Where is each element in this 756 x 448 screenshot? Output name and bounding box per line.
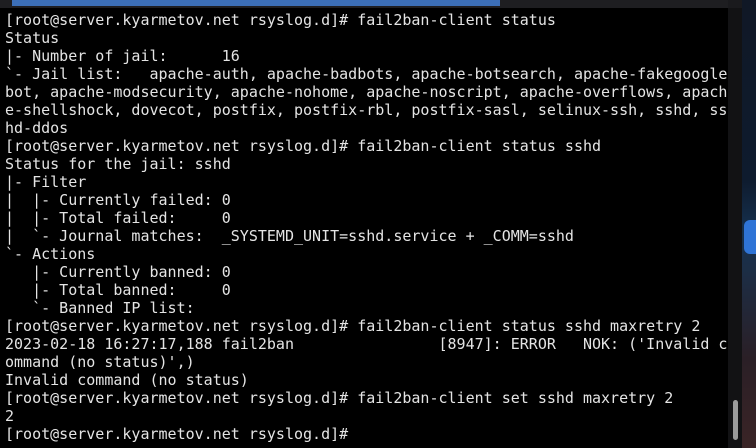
terminal-line: | `- Journal matches: _SYSTEMD_UNIT=sshd… [5,227,574,245]
terminal-line: [root@server.kyarmetov.net rsyslog.d]# f… [5,389,674,407]
scrollbar-thumb[interactable] [733,400,738,440]
terminal-line: `- Jail list: apache-auth, apache-badbot… [5,65,728,83]
terminal-line: ommand (no status)',) [5,353,195,371]
terminal-pane[interactable]: [root@server.kyarmetov.net rsyslog.d]# f… [0,8,728,448]
vertical-scrollbar[interactable] [728,8,742,448]
terminal-line: | |- Total failed: 0 [5,209,231,227]
wallpaper-graphic [744,220,756,254]
terminal-line: |- Currently banned: 0 [5,263,231,281]
terminal-line: [root@server.kyarmetov.net rsyslog.d]# f… [5,317,701,335]
terminal-line: 2 [5,407,15,425]
terminal-line: `- Actions [5,245,96,263]
terminal-line: [root@server.kyarmetov.net rsyslog.d]# f… [5,137,602,155]
terminal-line: hd-ddos [5,119,69,137]
terminal-line: |- Filter [5,173,87,191]
text-cursor [357,426,367,442]
terminal-output[interactable]: [root@server.kyarmetov.net rsyslog.d]# f… [5,11,728,443]
terminal-window: [root@server.kyarmetov.net rsyslog.d]# f… [0,0,756,448]
terminal-line: | |- Currently failed: 0 [5,191,231,209]
terminal-line: e-shellshock, dovecot, postfix, postfix-… [5,101,728,119]
terminal-line: Status for the jail: sshd [5,155,231,173]
terminal-line: Invalid command (no status) [5,371,249,389]
terminal-line: bot, apache-modsecurity, apache-nohome, … [5,83,728,101]
terminal-line: 2023-02-18 16:27:17,188 fail2ban [8947]:… [5,335,728,353]
terminal-line: [root@server.kyarmetov.net rsyslog.d]# f… [5,11,556,29]
tab-strip [0,0,728,8]
terminal-line: |- Total banned: 0 [5,281,231,299]
active-tab-indicator[interactable] [12,0,500,6]
terminal-line: `- Banned IP list: [5,299,195,317]
desktop-background [742,0,756,448]
terminal-line: Status [5,29,60,47]
terminal-prompt: [root@server.kyarmetov.net rsyslog.d]# [5,425,349,443]
terminal-prompt-line[interactable]: [root@server.kyarmetov.net rsyslog.d]# [5,425,726,443]
terminal-line: |- Number of jail: 16 [5,47,240,65]
